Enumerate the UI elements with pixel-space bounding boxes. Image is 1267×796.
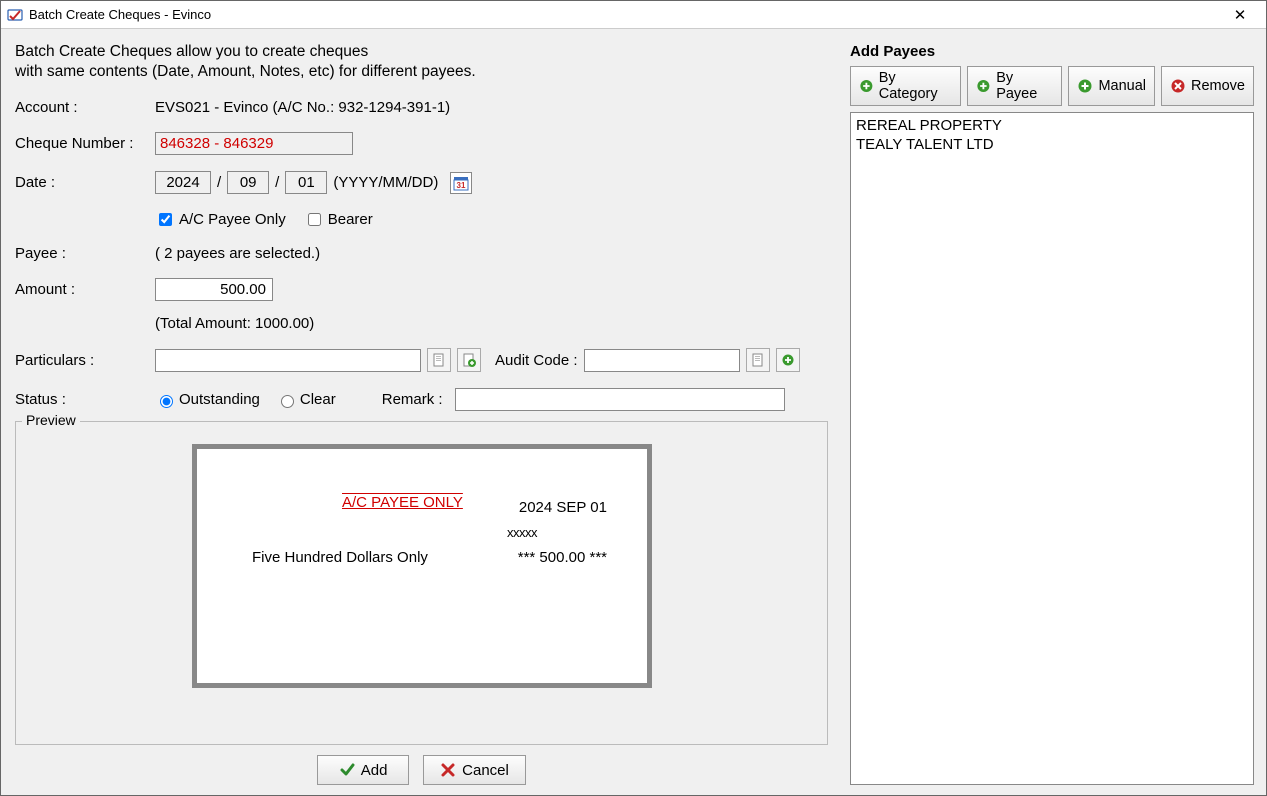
preview-amount-figure: *** 500.00 ***: [518, 549, 607, 566]
label-particulars: Particulars :: [15, 352, 155, 369]
payee-info: ( 2 payees are selected.): [155, 245, 828, 262]
plus-icon: [859, 78, 874, 94]
label-payee: Payee :: [15, 245, 155, 262]
payee-list[interactable]: REREAL PROPERTYTEALY TALENT LTD: [850, 112, 1254, 785]
cancel-button[interactable]: Cancel: [423, 755, 526, 785]
close-icon[interactable]: ✕: [1220, 6, 1260, 24]
total-amount-label: (Total Amount: 1000.00): [155, 315, 828, 332]
particulars-browse-icon[interactable]: [427, 348, 451, 372]
remove-button[interactable]: Remove: [1161, 66, 1254, 106]
ac-payee-only-checkbox[interactable]: [159, 213, 172, 226]
plus-icon: [976, 78, 991, 94]
remark-field[interactable]: [455, 388, 785, 411]
label-date: Date :: [15, 174, 155, 191]
payee-list-item[interactable]: REREAL PROPERTY: [856, 116, 1248, 135]
description-line2: with same contents (Date, Amount, Notes,…: [15, 63, 828, 81]
particulars-add-icon[interactable]: [457, 348, 481, 372]
radio-clear[interactable]: Clear: [276, 391, 336, 408]
preview-panel: Preview A/C PAYEE ONLY 2024 SEP 01 xxxxx…: [15, 421, 828, 745]
particulars-field[interactable]: [155, 349, 421, 372]
date-day-field[interactable]: [285, 171, 327, 194]
label-audit-code: Audit Code :: [495, 352, 578, 369]
label-cheque-number: Cheque Number :: [15, 135, 155, 152]
amount-field[interactable]: [155, 278, 273, 301]
by-payee-button[interactable]: By Payee: [967, 66, 1062, 106]
cheque-preview: A/C PAYEE ONLY 2024 SEP 01 xxxxx Five Hu…: [192, 444, 652, 688]
cancel-icon: [440, 762, 456, 778]
preview-ac-payee-only: A/C PAYEE ONLY: [342, 494, 463, 511]
manual-button[interactable]: Manual: [1068, 66, 1155, 106]
audit-code-field[interactable]: [584, 349, 740, 372]
window-title: Batch Create Cheques - Evinco: [29, 7, 1220, 22]
label-amount: Amount :: [15, 281, 155, 298]
account-value: EVS021 - Evinco (A/C No.: 932-1294-391-1…: [155, 99, 828, 116]
label-account: Account :: [15, 99, 155, 116]
titlebar: Batch Create Cheques - Evinco ✕: [1, 1, 1266, 29]
check-icon: [339, 762, 355, 778]
calendar-icon[interactable]: 31: [450, 172, 472, 194]
add-button[interactable]: Add: [317, 755, 409, 785]
preview-date: 2024 SEP 01: [519, 499, 607, 516]
checkbox-ac-payee-only[interactable]: A/C Payee Only: [155, 210, 286, 229]
checkbox-bearer[interactable]: Bearer: [304, 210, 373, 229]
auditcode-browse-icon[interactable]: [746, 348, 770, 372]
plus-icon: [1077, 78, 1093, 94]
auditcode-add-icon[interactable]: [776, 348, 800, 372]
label-preview: Preview: [22, 412, 80, 428]
status-clear-radio[interactable]: [281, 395, 294, 408]
payee-list-item[interactable]: TEALY TALENT LTD: [856, 135, 1248, 154]
add-payees-heading: Add Payees: [850, 43, 1254, 60]
preview-amount-words: Five Hundred Dollars Only: [252, 549, 428, 566]
status-outstanding-radio[interactable]: [160, 395, 173, 408]
radio-outstanding[interactable]: Outstanding: [155, 391, 260, 408]
svg-text:31: 31: [457, 181, 466, 190]
cheque-number-field: [155, 132, 353, 155]
by-category-button[interactable]: By Category: [850, 66, 961, 106]
app-icon: [7, 7, 23, 23]
date-format-hint: (YYYY/MM/DD): [333, 174, 438, 191]
label-status: Status :: [15, 391, 155, 408]
preview-xxxxx: xxxxx: [507, 525, 537, 540]
label-remark: Remark :: [382, 391, 443, 408]
date-year-field[interactable]: [155, 171, 211, 194]
remove-icon: [1170, 78, 1186, 94]
description-line1: Batch Create Cheques allow you to create…: [15, 43, 828, 61]
bearer-checkbox[interactable]: [308, 213, 321, 226]
date-month-field[interactable]: [227, 171, 269, 194]
